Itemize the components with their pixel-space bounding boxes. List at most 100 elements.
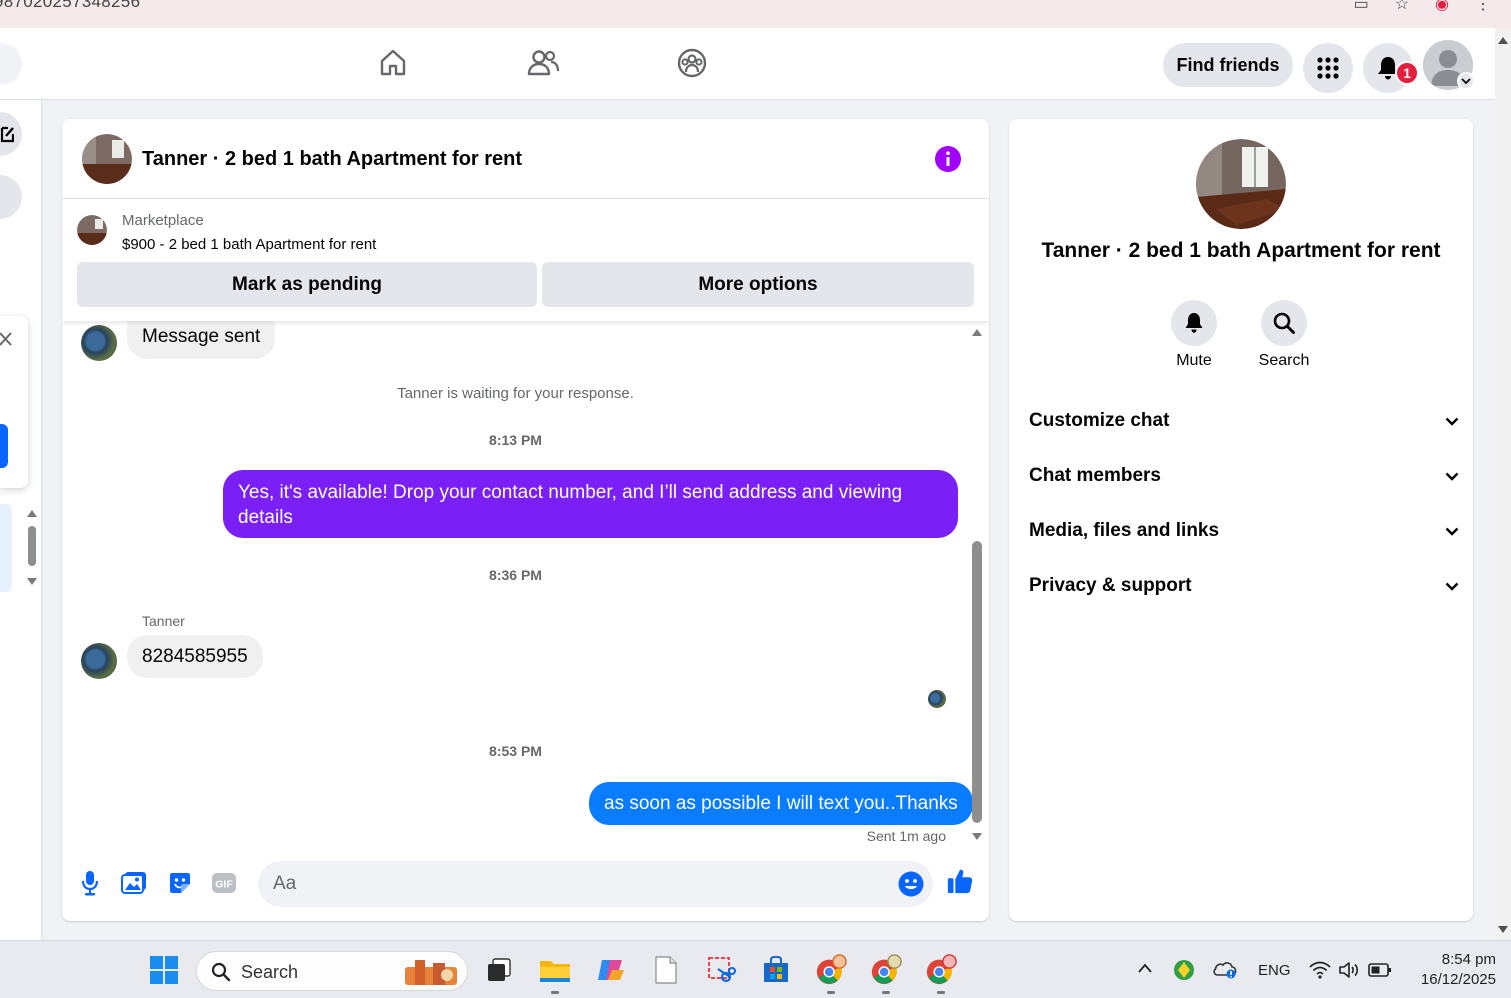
- message-bubble-out[interactable]: as soon as possible I will text you..Tha…: [589, 782, 973, 825]
- conversation-header: Tanner · 2 bed 1 bath Apartment for rent: [62, 119, 989, 199]
- conversation-avatar[interactable]: [82, 134, 132, 184]
- taskbar-clock[interactable]: 8:54 pm 16/12/2025: [1400, 950, 1496, 990]
- microphone-icon[interactable]: [76, 869, 104, 897]
- conversation-details-panel: Tanner · 2 bed 1 bath Apartment for rent…: [1009, 119, 1473, 921]
- listing-title[interactable]: $900 - 2 bed 1 bath Apartment for rent: [122, 236, 376, 253]
- wifi-icon[interactable]: [1309, 961, 1331, 983]
- window-scrollbar[interactable]: [1495, 28, 1511, 940]
- address-bar-text[interactable]: 987020257348256: [0, 0, 140, 12]
- close-icon[interactable]: [0, 332, 12, 346]
- sidebar-search-button[interactable]: [0, 175, 22, 219]
- microsoft-store-icon[interactable]: [760, 954, 792, 986]
- compose-icon: [0, 126, 14, 143]
- read-receipt-avatar: [928, 690, 946, 708]
- facebook-search-button[interactable]: [0, 43, 22, 85]
- search-highlight-image-icon: [405, 960, 457, 985]
- new-message-button[interactable]: [0, 112, 22, 156]
- mute-label: Mute: [1176, 352, 1212, 369]
- photo-icon[interactable]: [120, 869, 148, 897]
- running-indicator: [551, 991, 559, 994]
- cast-icon[interactable]: ▭: [1354, 0, 1369, 14]
- more-options-button[interactable]: More options: [542, 262, 974, 307]
- sender-avatar[interactable]: [81, 325, 117, 361]
- sidebar-scrollbar[interactable]: [26, 508, 38, 586]
- taskbar-search[interactable]: Search: [196, 951, 468, 991]
- emoji-icon[interactable]: [897, 870, 925, 898]
- timestamp: 8:13 PM: [489, 432, 542, 448]
- friends-icon[interactable]: [526, 46, 560, 80]
- windows-start-icon[interactable]: [148, 954, 180, 986]
- waiting-notice: Tanner is waiting for your response.: [397, 385, 634, 402]
- message-list: Message sent Tanner is waiting for your …: [62, 303, 989, 851]
- listing-thumbnail[interactable]: [77, 215, 107, 245]
- chevron-down-icon: [1445, 527, 1459, 536]
- search-icon: [1273, 312, 1295, 334]
- bookmark-star-icon[interactable]: ☆: [1395, 0, 1409, 14]
- gif-icon[interactable]: GIF: [210, 869, 238, 897]
- marketplace-label: Marketplace: [122, 212, 204, 229]
- groups-icon[interactable]: [675, 46, 709, 80]
- message-status: Sent 1m ago: [866, 828, 946, 844]
- show-hidden-icons-chevron-up-icon[interactable]: [1137, 961, 1153, 978]
- copilot-icon[interactable]: [595, 954, 627, 986]
- timestamp: 8:36 PM: [489, 567, 542, 583]
- conversation-title[interactable]: Tanner · 2 bed 1 bath Apartment for rent: [142, 148, 522, 171]
- notepad-icon[interactable]: [650, 954, 682, 986]
- timestamp: 8:53 PM: [489, 743, 542, 759]
- file-explorer-icon[interactable]: [539, 954, 571, 986]
- find-friends-button[interactable]: Find friends: [1163, 43, 1293, 87]
- chevron-down-icon: [1445, 472, 1459, 481]
- facebook-topbar: Find friends 1: [0, 28, 1495, 100]
- marketplace-listing-card: Marketplace $900 - 2 bed 1 bath Apartmen…: [62, 200, 989, 321]
- home-icon[interactable]: [376, 46, 410, 80]
- profile-icon[interactable]: ◉: [1435, 0, 1449, 14]
- mark-as-pending-button[interactable]: Mark as pending: [77, 262, 537, 307]
- privacy-support-section[interactable]: Privacy & support: [1029, 566, 1459, 606]
- sender-name: Tanner: [142, 613, 185, 629]
- volume-icon[interactable]: [1338, 961, 1360, 983]
- sticker-icon[interactable]: [166, 869, 194, 897]
- message-input[interactable]: [258, 861, 933, 907]
- battery-icon[interactable]: [1368, 962, 1392, 982]
- tray-app-icon[interactable]: [1173, 959, 1195, 985]
- chrome-profile-1-icon[interactable]: [815, 954, 847, 986]
- message-bubble-in[interactable]: 8284585955: [127, 635, 263, 678]
- svg-text:GIF: GIF: [215, 879, 233, 891]
- sender-avatar[interactable]: [81, 643, 117, 679]
- details-avatar[interactable]: [1196, 139, 1286, 229]
- clock-time: 8:54 pm: [1441, 951, 1496, 968]
- browser-menu-icon[interactable]: ⋮: [1475, 0, 1491, 14]
- thumbs-up-icon[interactable]: [946, 867, 974, 895]
- message-bubble-out[interactable]: Yes, it's available! Drop your contact n…: [223, 470, 958, 538]
- windows-taskbar: Search ENG 8:54 pm 16/12/2025: [0, 940, 1511, 998]
- customize-chat-section[interactable]: Customize chat: [1029, 401, 1459, 441]
- chat-members-section[interactable]: Chat members: [1029, 456, 1459, 496]
- browser-toolbar: 987020257348256 ▭ ☆ ◉ ⋮: [0, 0, 1511, 28]
- info-icon[interactable]: [935, 146, 961, 172]
- conversation-panel: Tanner · 2 bed 1 bath Apartment for rent…: [62, 119, 989, 921]
- chrome-profile-2-icon[interactable]: [870, 954, 902, 986]
- details-title: Tanner · 2 bed 1 bath Apartment for rent: [1041, 239, 1441, 262]
- media-files-links-section[interactable]: Media, files and links: [1029, 511, 1459, 551]
- message-composer: GIF: [62, 851, 989, 921]
- clock-date: 16/12/2025: [1420, 971, 1496, 988]
- apps-grid-icon: [1317, 57, 1339, 79]
- chrome-profile-3-icon[interactable]: [925, 954, 957, 986]
- running-indicator: [937, 991, 945, 994]
- language-indicator[interactable]: ENG: [1258, 962, 1291, 979]
- sidebar-selected-chat[interactable]: [0, 504, 12, 592]
- chevron-down-icon: [1445, 582, 1459, 591]
- search-label: Search: [1258, 352, 1310, 369]
- task-view-icon[interactable]: [483, 954, 515, 986]
- mute-button[interactable]: Mute: [1154, 300, 1234, 370]
- message-scrollbar[interactable]: [970, 321, 984, 851]
- running-indicator: [827, 991, 835, 994]
- snipping-tool-icon[interactable]: [705, 954, 737, 986]
- account-chevron-down-icon[interactable]: [1457, 72, 1475, 90]
- search-in-conversation-button[interactable]: Search: [1244, 300, 1324, 370]
- notification-badge: 1: [1395, 61, 1419, 85]
- menu-button[interactable]: [1303, 43, 1353, 93]
- onedrive-cloud-icon[interactable]: [1212, 959, 1238, 985]
- sidebar-active-indicator: [0, 424, 8, 468]
- search-icon: [211, 962, 231, 982]
